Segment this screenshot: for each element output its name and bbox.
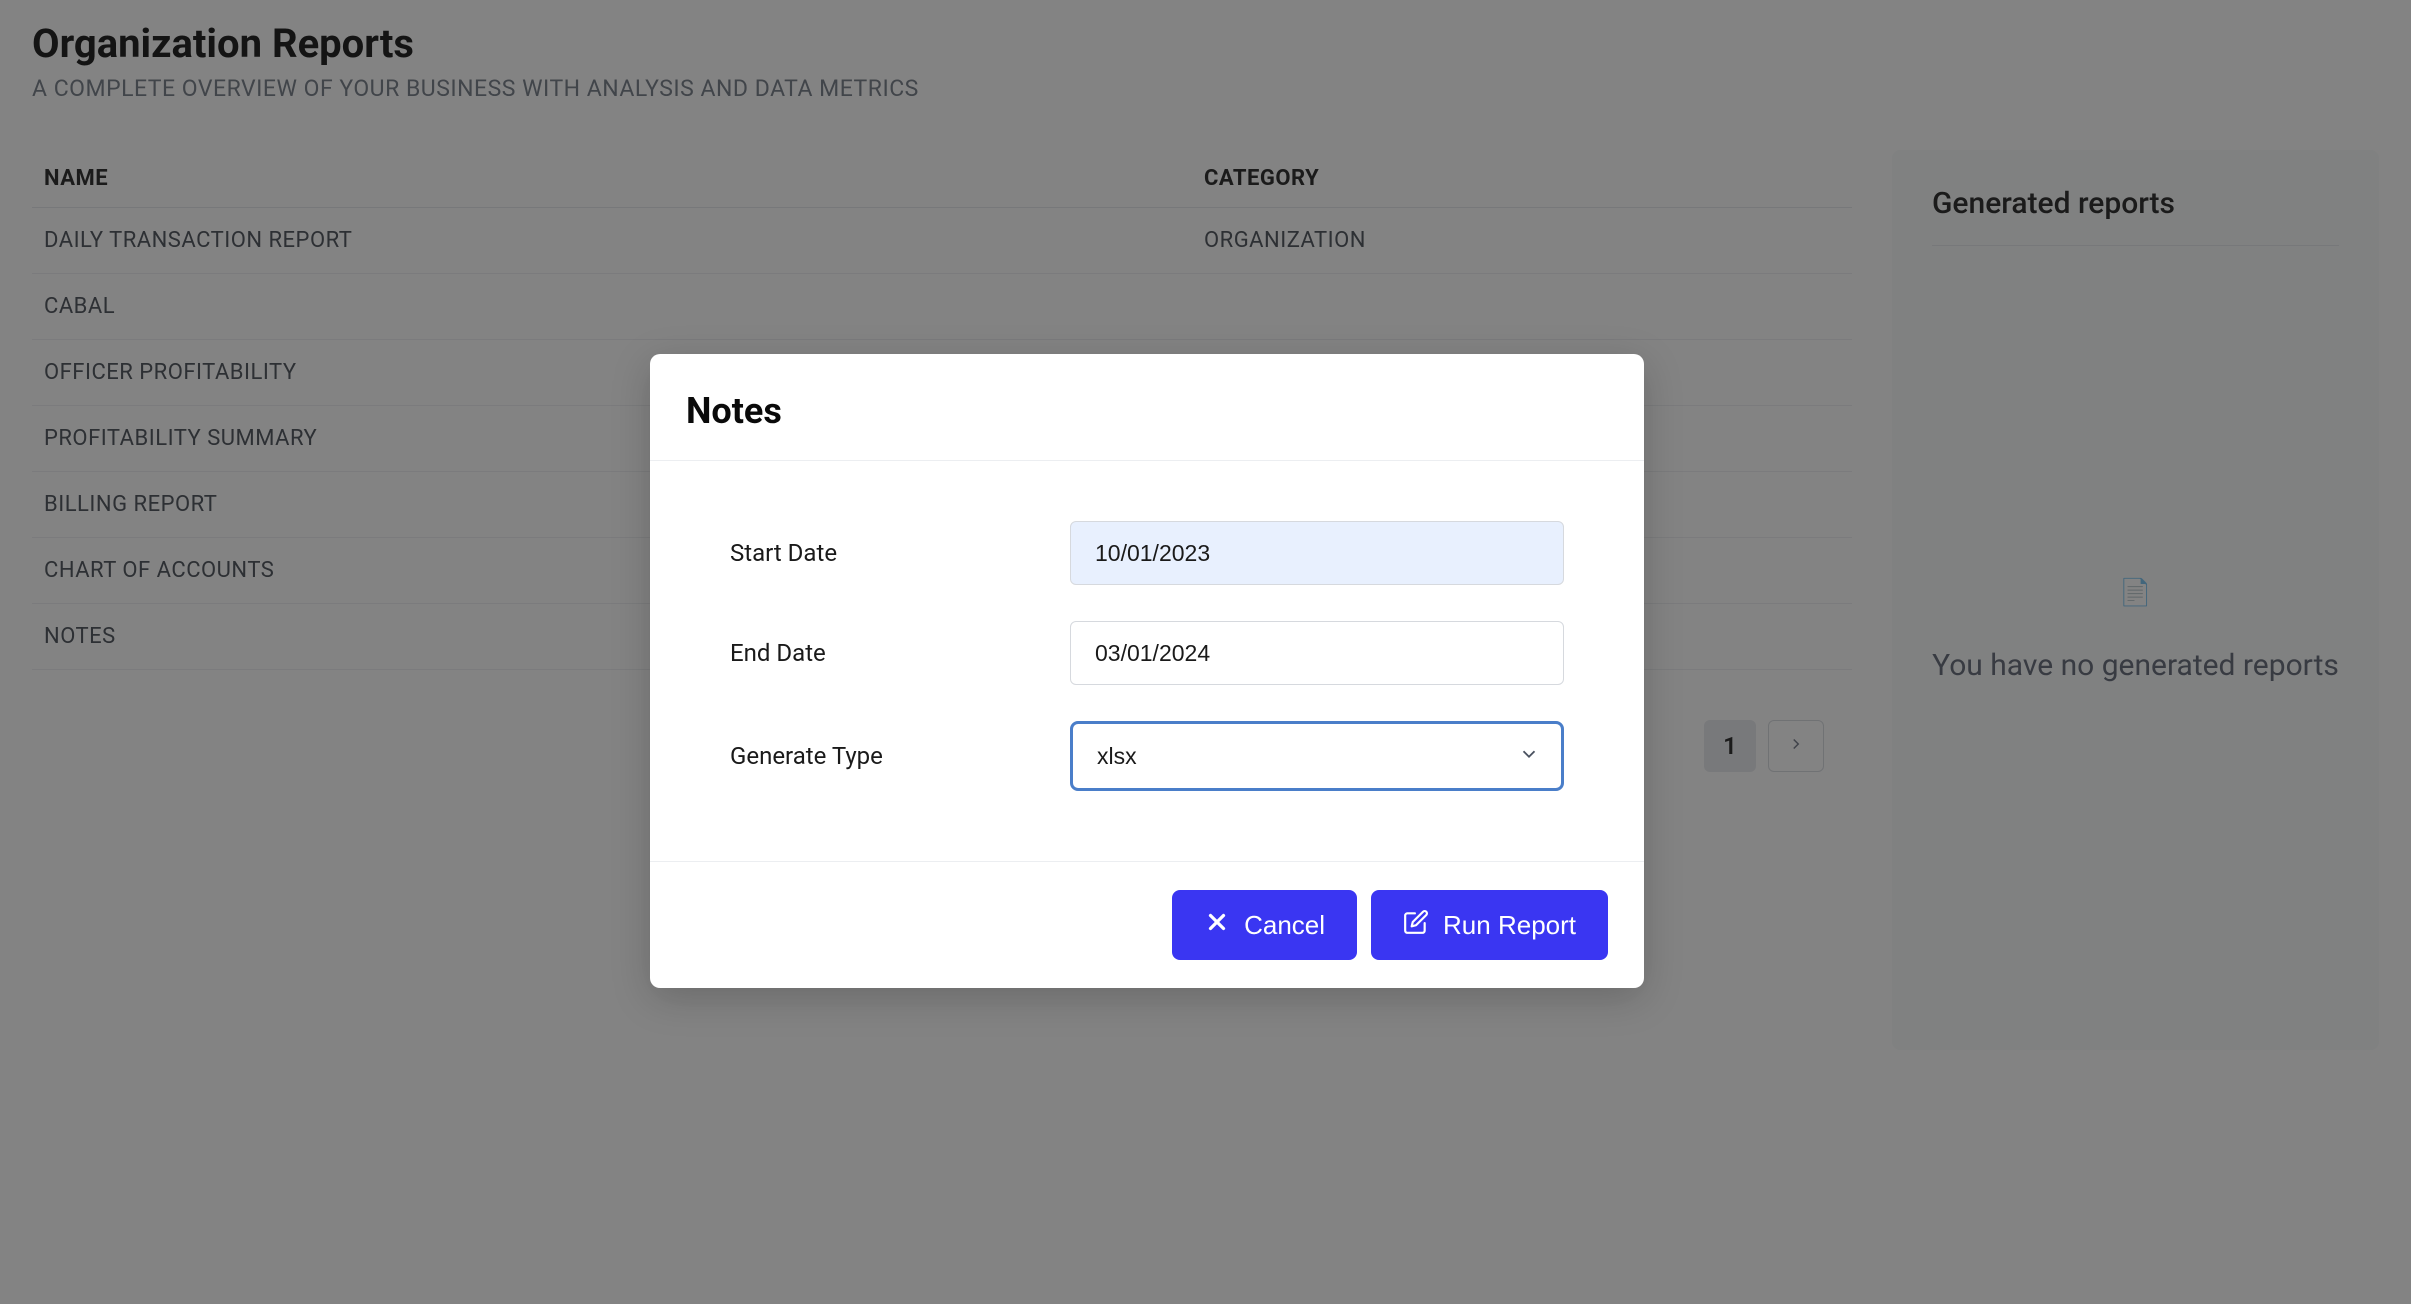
modal-title: Notes: [686, 390, 1608, 432]
start-date-input[interactable]: [1070, 521, 1564, 585]
cancel-button-label: Cancel: [1244, 910, 1325, 941]
end-date-input[interactable]: [1070, 621, 1564, 685]
modal-body: Start Date End Date Generate Type: [650, 461, 1644, 861]
form-row-generate-type: Generate Type: [730, 721, 1564, 791]
form-row-end-date: End Date: [730, 621, 1564, 685]
edit-icon: [1403, 909, 1429, 942]
run-report-button-label: Run Report: [1443, 910, 1576, 941]
generate-type-label: Generate Type: [730, 742, 1070, 770]
modal-header: Notes: [650, 354, 1644, 461]
cancel-button[interactable]: Cancel: [1172, 890, 1357, 960]
close-icon: [1204, 909, 1230, 942]
start-date-label: Start Date: [730, 539, 1070, 567]
notes-modal: Notes Start Date End Date Generate Type: [650, 354, 1644, 988]
modal-overlay[interactable]: Notes Start Date End Date Generate Type: [0, 0, 2411, 1304]
run-report-button[interactable]: Run Report: [1371, 890, 1608, 960]
form-row-start-date: Start Date: [730, 521, 1564, 585]
generate-type-select-wrapper: [1070, 721, 1564, 791]
generate-type-select[interactable]: [1070, 721, 1564, 791]
end-date-label: End Date: [730, 639, 1070, 667]
modal-footer: Cancel Run Report: [650, 861, 1644, 988]
